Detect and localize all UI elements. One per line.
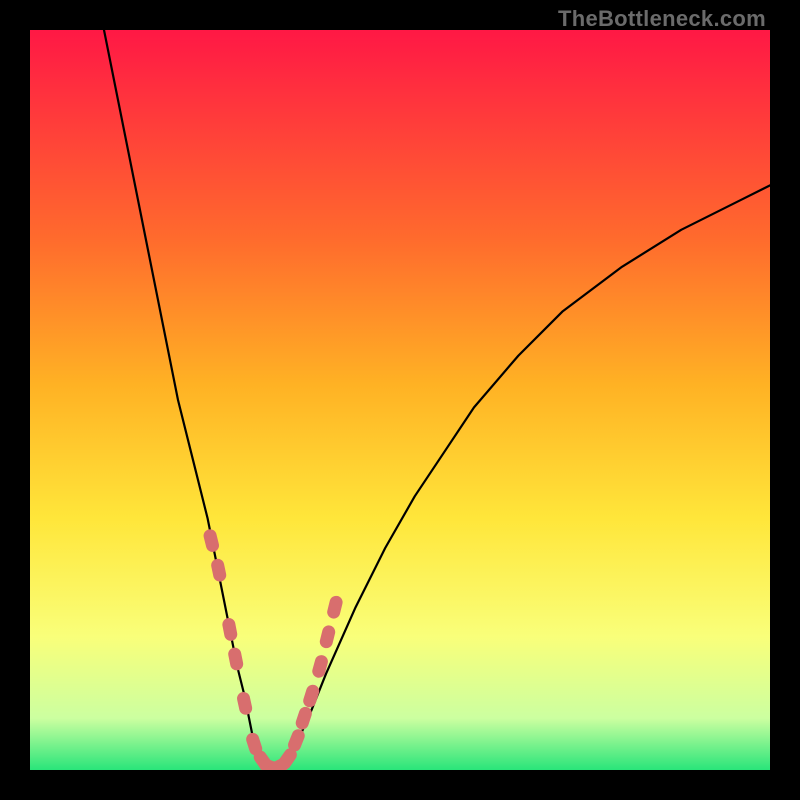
heat-gradient xyxy=(30,30,770,770)
chart-svg xyxy=(30,30,770,770)
watermark-text: TheBottleneck.com xyxy=(558,6,766,32)
chart-frame xyxy=(30,30,770,770)
